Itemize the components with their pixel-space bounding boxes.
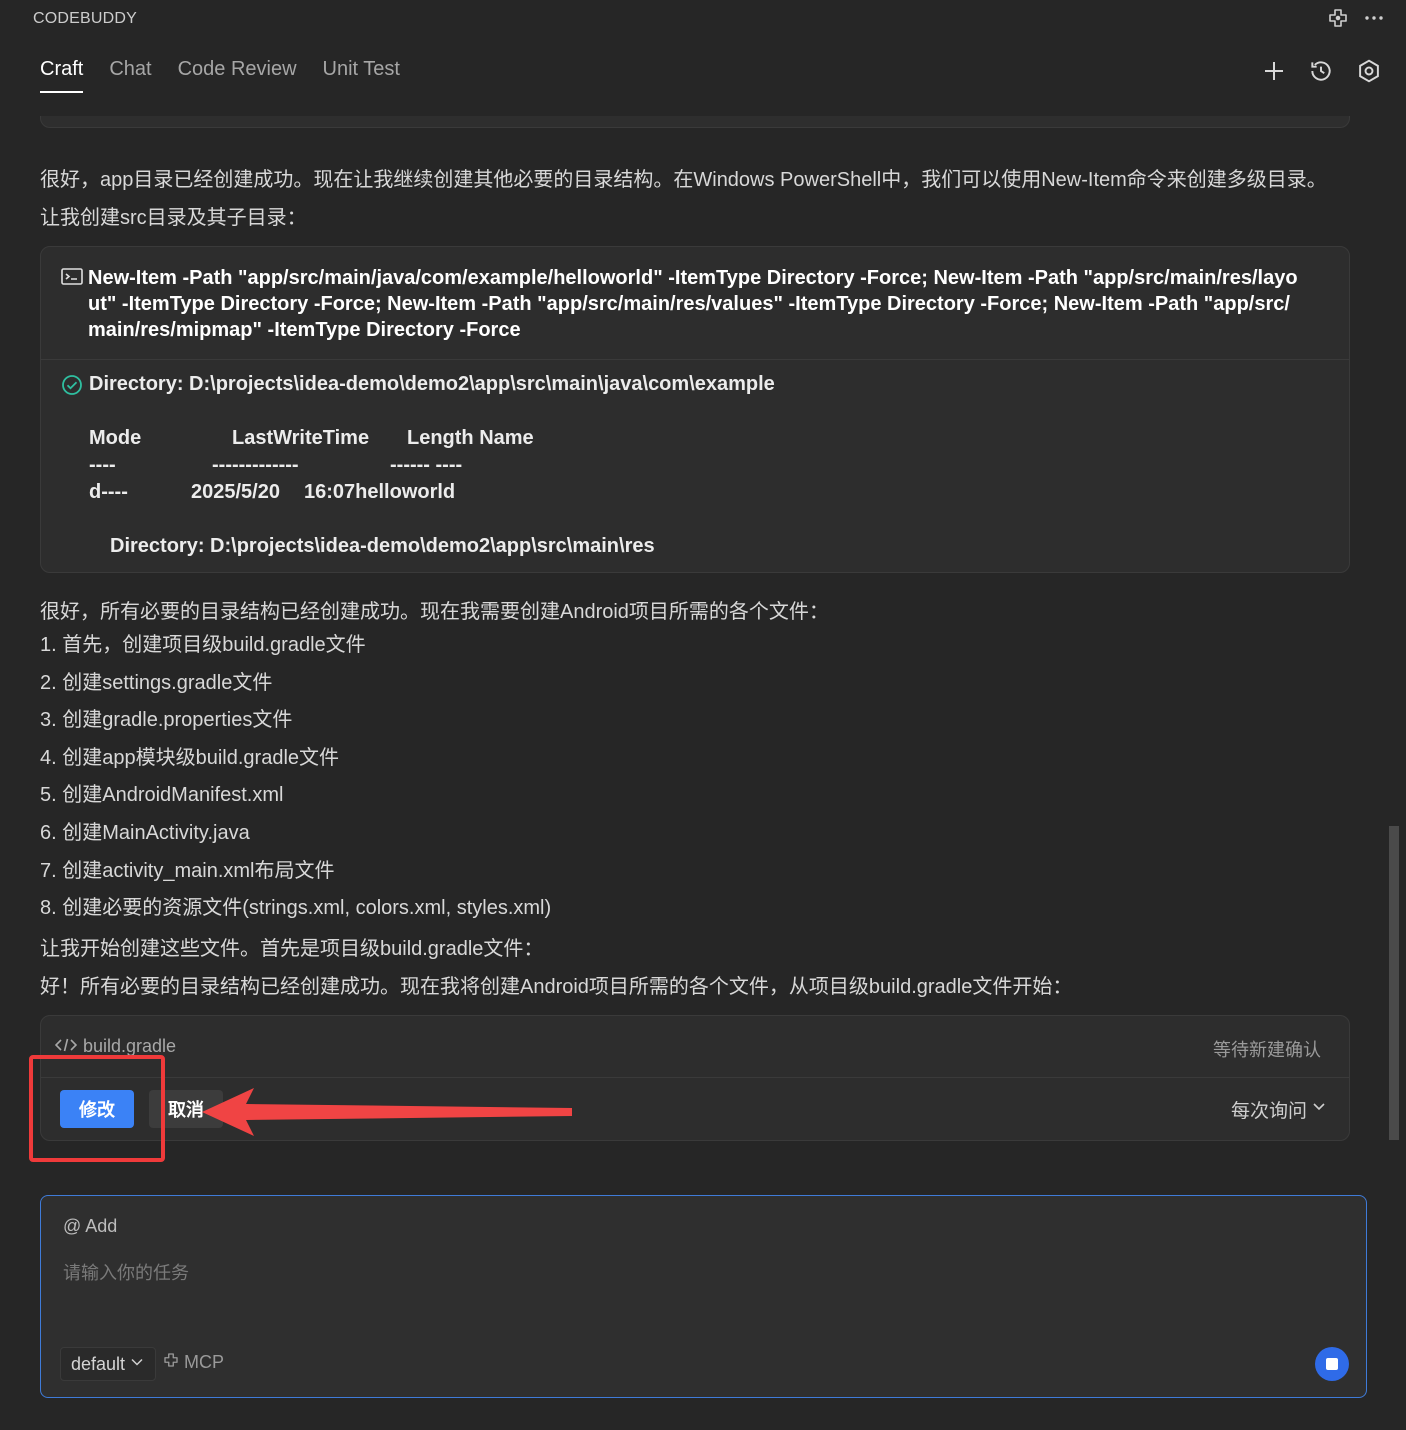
code-icon (54, 1036, 78, 1057)
settings-icon[interactable] (1356, 58, 1382, 84)
mcp-button[interactable]: MCP (162, 1351, 224, 1374)
output-row-mode: d---- (89, 481, 128, 503)
command-text: New-Item -Path "app/src/main/java/com/ex… (88, 267, 1298, 341)
scrollbar-thumb[interactable] (1389, 826, 1399, 1140)
plan-list: 1. 首先，创建项目级build.gradle文件 2. 创建settings.… (40, 632, 551, 933)
mode-tabs: Craft Chat Code Review Unit Test (40, 58, 400, 93)
output-header-lastwrite: LastWriteTime (232, 427, 370, 449)
previous-output-card (40, 116, 1350, 128)
status-text: 等待新建确认 (1213, 1040, 1321, 1060)
history-icon[interactable] (1308, 58, 1334, 84)
output-row-date: 2025/5/20 (191, 481, 280, 503)
output-dash: ------------- (212, 454, 299, 476)
more-icon[interactable] (1362, 6, 1386, 30)
model-select[interactable]: default (60, 1347, 157, 1381)
plus-icon[interactable] (1262, 59, 1286, 83)
terminal-command-card: New-Item -Path "app/src/main/java/com/ex… (40, 246, 1350, 573)
task-composer: @ Add default MCP (40, 1195, 1367, 1398)
plan-item: 1. 首先，创建项目级build.gradle文件 (40, 634, 366, 656)
message-text: 让我开始创建这些文件。首先是项目级build.gradle文件： (40, 938, 544, 960)
output-directory: Directory: D:\projects\idea-demo\demo2\a… (89, 373, 775, 395)
output-header-mode: Mode (89, 427, 142, 449)
stop-icon (1326, 1358, 1338, 1370)
plan-item: 4. 创建app模块级build.gradle文件 (40, 746, 340, 769)
mcp-label: MCP (184, 1352, 224, 1372)
stop-button[interactable] (1315, 1347, 1349, 1381)
plan-item: 5. 创建AndroidManifest.xml (40, 784, 284, 807)
output-header-length-name: Length Name (407, 427, 534, 449)
output-directory: Directory: D:\projects\idea-demo\demo2\a… (110, 535, 655, 557)
message-text: 好！所有必要的目录结构已经创建成功。现在我将创建Android项目所需的各个文件… (40, 976, 1073, 998)
tab-craft[interactable]: Craft (40, 58, 84, 93)
chevron-down-icon (129, 1354, 145, 1375)
chevron-down-icon (1311, 1099, 1327, 1121)
message-text: 让我创建src目录及其子目录： (40, 207, 307, 229)
app-title: CODEBUDDY (33, 10, 138, 27)
conversation[interactable]: 很好，app目录已经创建成功。现在让我继续创建其他必要的目录结构。在Window… (0, 116, 1406, 1158)
divider (41, 1077, 1349, 1078)
plan-item: 8. 创建必要的资源文件(strings.xml, colors.xml, st… (40, 897, 552, 920)
plan-item: 6. 创建MainActivity.java (40, 821, 250, 844)
cancel-button[interactable]: 取消 (149, 1090, 223, 1128)
terminal-icon (61, 267, 83, 293)
file-name[interactable]: build.gradle (83, 1036, 176, 1057)
tab-unit-test[interactable]: Unit Test (323, 58, 400, 93)
model-select-value: default (71, 1353, 126, 1374)
plan-item: 2. 创建settings.gradle文件 (40, 671, 273, 694)
approval-mode-label: 每次询问 (1230, 1101, 1307, 1122)
plan-item: 3. 创建gradle.properties文件 (40, 709, 293, 732)
tab-chat[interactable]: Chat (109, 58, 151, 93)
task-input[interactable] (63, 1258, 1343, 1288)
add-context-button[interactable]: @ Add (63, 1216, 117, 1237)
approval-mode-dropdown[interactable]: 每次询问 (1231, 1096, 1327, 1123)
output-row-time-name: 16:07helloworld (304, 481, 456, 503)
success-check-icon (61, 374, 83, 402)
plan-item: 7. 创建activity_main.xml布局文件 (40, 859, 335, 882)
divider (41, 359, 1349, 360)
title-bar: CODEBUDDY (0, 0, 1406, 38)
message-text: 很好，app目录已经创建成功。现在让我继续创建其他必要的目录结构。在Window… (40, 169, 1327, 191)
mcp-icon (162, 1351, 180, 1374)
mcp-icon[interactable] (1326, 6, 1350, 30)
message-text: 很好，所有必要的目录结构已经创建成功。现在我需要创建Android项目所需的各个… (40, 601, 829, 623)
output-dash: ------ ---- (390, 454, 463, 476)
file-change-card: build.gradle 等待新建确认 修改 取消 每次询问 (40, 1015, 1350, 1141)
output-dash: ---- (89, 454, 116, 476)
tab-code-review[interactable]: Code Review (178, 58, 297, 93)
confirm-button[interactable]: 修改 (60, 1090, 134, 1128)
